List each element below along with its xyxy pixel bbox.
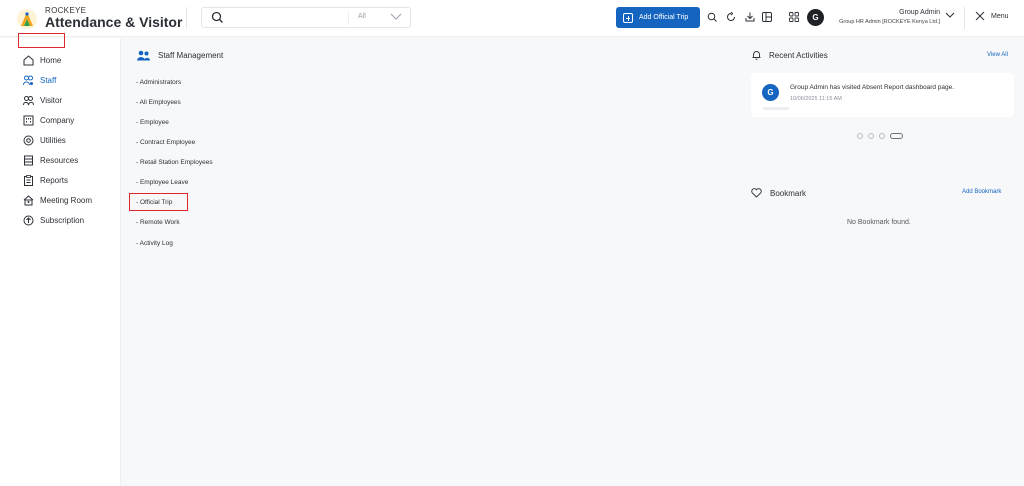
carousel-dot-active[interactable] bbox=[890, 133, 903, 139]
carousel-pagination bbox=[857, 133, 903, 139]
empty-state-text: No Bookmark found. bbox=[847, 219, 911, 226]
users-icon bbox=[137, 50, 150, 61]
subscription-icon bbox=[23, 215, 34, 225]
menu-button[interactable]: Menu bbox=[975, 11, 1009, 21]
download-icon[interactable] bbox=[745, 12, 755, 22]
divider bbox=[186, 7, 187, 29]
recent-activities-header: Recent Activities bbox=[752, 50, 828, 60]
resources-icon bbox=[24, 155, 33, 165]
sidebar-item-label: Resources bbox=[40, 155, 79, 165]
bell-icon bbox=[752, 51, 761, 60]
avatar[interactable]: G bbox=[807, 9, 824, 26]
add-bookmark-link[interactable]: Add Bookmark bbox=[962, 189, 1001, 195]
sidebar-item-label: Company bbox=[40, 115, 75, 125]
home-icon bbox=[23, 54, 34, 65]
sidebar-item-label: Meeting Room bbox=[40, 195, 93, 205]
divider bbox=[348, 12, 349, 25]
sidebar-item-meeting-room[interactable]: Meeting Room bbox=[23, 193, 92, 207]
link-employee-leave[interactable]: - Employee Leave bbox=[136, 179, 188, 186]
layout-icon[interactable] bbox=[762, 12, 772, 22]
utilities-icon bbox=[23, 135, 34, 145]
page-title: Staff Management bbox=[158, 51, 224, 60]
link-all-employees[interactable]: - All Employees bbox=[136, 99, 181, 106]
activity-card[interactable]: G Group Admin has visited Absent Report … bbox=[751, 73, 1014, 117]
view-all-link[interactable]: View All bbox=[987, 52, 1008, 58]
sidebar-item-resources[interactable]: Resources bbox=[23, 153, 78, 167]
sidebar-item-company[interactable]: Company bbox=[23, 113, 74, 127]
company-icon bbox=[23, 115, 34, 125]
search-box[interactable]: All bbox=[201, 7, 411, 28]
sidebar-item-label: Staff bbox=[40, 75, 57, 85]
link-contract-employee[interactable]: - Contract Employee bbox=[136, 139, 195, 146]
visitor-icon bbox=[23, 95, 34, 105]
refresh-icon[interactable] bbox=[726, 12, 736, 22]
search-scope-select[interactable]: All bbox=[358, 13, 366, 20]
plus-icon bbox=[623, 12, 633, 23]
sidebar-item-label: Reports bbox=[40, 175, 69, 185]
sidebar-item-label: Visitor bbox=[40, 95, 63, 105]
heart-icon bbox=[751, 188, 762, 198]
reports-icon bbox=[24, 174, 33, 186]
chevron-down-icon[interactable] bbox=[390, 13, 402, 21]
recent-activities-title: Recent Activities bbox=[769, 50, 828, 60]
link-activity-log[interactable]: - Activity Log bbox=[136, 240, 173, 247]
logo-icon bbox=[21, 12, 33, 26]
divider bbox=[964, 7, 965, 29]
sidebar-item-staff[interactable]: Staff bbox=[23, 73, 56, 87]
top-bar: ROCKEYE Attendance & Visitor All Add Off… bbox=[0, 0, 1024, 37]
activity-timestamp: 10/06/2025 11:15 AM bbox=[790, 96, 842, 102]
staff-management-header: Staff Management bbox=[137, 50, 223, 61]
link-employee[interactable]: - Employee bbox=[136, 119, 169, 126]
sidebar-item-label: Utilities bbox=[40, 135, 66, 145]
carousel-dot[interactable] bbox=[868, 133, 874, 139]
bookmark-header: Bookmark bbox=[751, 188, 806, 198]
selection-highlight bbox=[129, 193, 188, 211]
app-title: Attendance & Visitor bbox=[45, 14, 183, 30]
sidebar-item-label: Subscription bbox=[40, 215, 85, 225]
sidebar-item-home[interactable]: Home bbox=[23, 53, 61, 67]
sidebar-item-visitor[interactable]: Visitor bbox=[23, 93, 62, 107]
menu-label: Menu bbox=[991, 12, 1009, 20]
chevron-down-icon[interactable] bbox=[945, 12, 955, 19]
rockeye-logo[interactable] bbox=[17, 9, 37, 29]
link-administrators[interactable]: - Administrators bbox=[136, 79, 181, 86]
search-icon[interactable] bbox=[211, 11, 224, 24]
link-retail-station-employees[interactable]: - Retail Station Employees bbox=[136, 159, 213, 166]
staff-icon bbox=[23, 75, 33, 85]
sidebar-item-utilities[interactable]: Utilities bbox=[23, 133, 66, 147]
activity-text: Group Admin has visited Absent Report da… bbox=[790, 84, 955, 91]
add-official-trip-label: Add Official Trip bbox=[639, 14, 689, 21]
sidebar-item-subscription[interactable]: Subscription bbox=[23, 213, 84, 227]
carousel-dot[interactable] bbox=[879, 133, 885, 139]
meeting-room-icon bbox=[23, 194, 34, 205]
close-icon bbox=[975, 11, 985, 21]
carousel-dot[interactable] bbox=[857, 133, 863, 139]
user-name[interactable]: Group Admin bbox=[899, 9, 940, 16]
sidebar-item-label: Home bbox=[40, 55, 62, 65]
apps-grid-icon[interactable] bbox=[789, 12, 799, 22]
add-official-trip-button[interactable]: Add Official Trip bbox=[616, 7, 700, 28]
user-role: Group HR Admin [ROCKEYE Kenya Ltd.] bbox=[839, 19, 940, 25]
sidebar-item-reports[interactable]: Reports bbox=[23, 173, 68, 187]
selection-highlight bbox=[18, 33, 65, 48]
avatar: G bbox=[762, 84, 779, 101]
divider bbox=[763, 107, 789, 110]
content-panel bbox=[126, 41, 738, 486]
link-remote-work[interactable]: - Remote Work bbox=[136, 219, 180, 226]
search-icon[interactable] bbox=[707, 12, 717, 22]
bookmark-title: Bookmark bbox=[770, 188, 807, 198]
